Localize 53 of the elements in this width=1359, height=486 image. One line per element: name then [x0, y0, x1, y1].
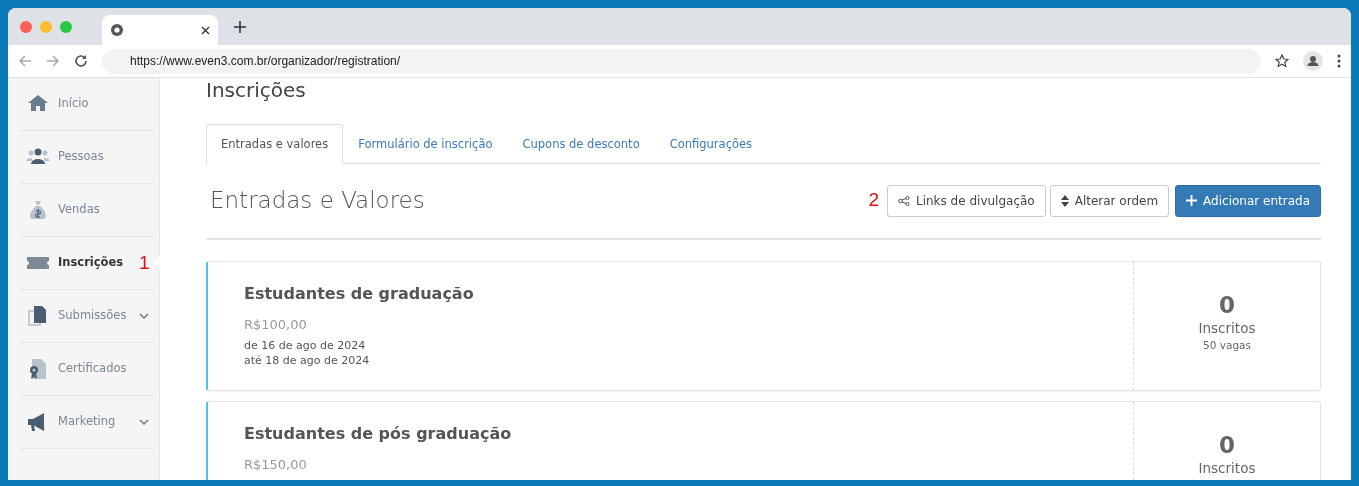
plus-icon: [1186, 195, 1198, 206]
tab[interactable]: Configurações: [654, 124, 768, 165]
annotation-number: 1: [139, 250, 150, 275]
menu-icon[interactable]: [1337, 54, 1341, 68]
share-icon: [897, 195, 910, 206]
share-links-button[interactable]: Links de divulgação: [886, 184, 1046, 217]
minimize-window-dot[interactable]: [40, 20, 52, 33]
ticket-price: R$100,00: [244, 315, 308, 334]
tab[interactable]: Cupons de desconto: [507, 124, 655, 165]
ticket-price: R$150,00: [244, 455, 308, 474]
count-label: Inscritos: [1198, 458, 1256, 478]
sale-end-date: até 18 de ago de 2024: [244, 353, 371, 369]
tab[interactable]: Entradas e valores: [206, 124, 344, 165]
sidebar-label: Inscrições: [58, 254, 124, 272]
sale-start-date: de 16 de ago de 2024: [244, 338, 367, 354]
ticket-name: Estudantes de graduação: [244, 282, 475, 305]
reload-icon[interactable]: [74, 54, 88, 68]
sidebar-item[interactable]: Início: [20, 78, 153, 131]
registrant-count: 0: [1219, 431, 1235, 458]
sidebar-label: Pessoas: [58, 148, 104, 166]
page-title: Inscrições: [206, 78, 307, 102]
reorder-button[interactable]: Alterar ordem: [1049, 184, 1170, 217]
add-entry-button[interactable]: Adicionar entrada: [1175, 184, 1321, 217]
new-tab-icon[interactable]: [234, 20, 246, 33]
sort-icon: [1060, 194, 1069, 207]
slots-available: 50 vagas: [1203, 338, 1251, 353]
sidebar-item[interactable]: Certificados: [20, 343, 153, 396]
sidebar-label: Marketing: [58, 413, 116, 431]
sidebar-item[interactable]: Pessoas: [20, 131, 153, 184]
annotation-number: 2: [868, 188, 879, 213]
star-icon[interactable]: [1275, 54, 1289, 68]
sidebar-item[interactable]: Vendas: [20, 184, 153, 237]
profile-icon[interactable]: [1303, 51, 1323, 71]
close-icon[interactable]: [201, 25, 210, 35]
address-bar[interactable]: https://www.even3.com.br/organizador/registration/: [102, 48, 1261, 74]
ticket-name: Estudantes de pós graduação: [244, 422, 513, 445]
sidebar-item[interactable]: Inscrições 1: [20, 237, 153, 290]
sidebar-item[interactable]: Marketing: [20, 396, 153, 449]
sidebar-label: Início: [58, 95, 89, 113]
sidebar-label: Certificados: [58, 360, 127, 378]
chevron-down-icon[interactable]: [139, 419, 149, 425]
chevron-down-icon[interactable]: [139, 313, 149, 319]
section-title: Entradas e Valores: [210, 186, 425, 216]
sidebar-label: Vendas: [58, 201, 100, 219]
sidebar-label: Submissões: [58, 307, 127, 325]
maximize-window-dot[interactable]: [60, 20, 72, 33]
close-window-dot[interactable]: [20, 20, 32, 33]
tab[interactable]: Formulário de inscrição: [343, 124, 508, 165]
count-label: Inscritos: [1198, 318, 1256, 338]
browser-tab[interactable]: [102, 15, 218, 45]
registrant-count: 0: [1219, 291, 1235, 318]
sidebar-item[interactable]: Submissões: [20, 290, 153, 343]
globe-icon: [110, 23, 124, 37]
